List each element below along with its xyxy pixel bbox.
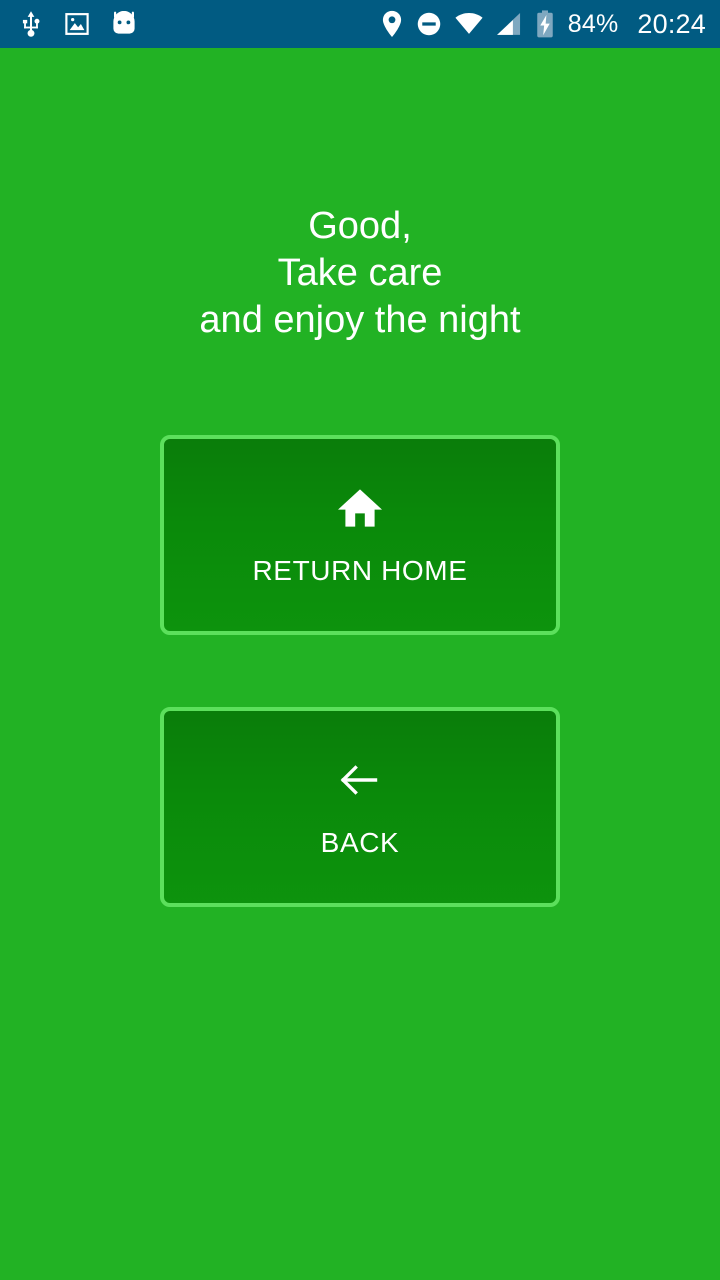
main-content: Good, Take care and enjoy the night RETU…: [0, 48, 720, 1280]
return-home-button-label: RETURN HOME: [252, 555, 468, 586]
greeting-message: Good, Take care and enjoy the night: [199, 205, 521, 341]
status-bar-clock: 20:24: [637, 8, 706, 39]
app-screen: 84% 20:24 Good, Take care and enjoy the …: [0, 0, 720, 1280]
do-not-disturb-icon: [416, 11, 442, 37]
image-icon: [64, 11, 90, 37]
battery-charging-icon: [535, 10, 555, 38]
wifi-icon: [455, 12, 483, 36]
status-bar-right-icons: 84% 20:24: [381, 10, 706, 38]
cell-signal-icon: [496, 12, 522, 36]
back-button[interactable]: BACK: [160, 707, 560, 907]
status-bar: 84% 20:24: [0, 0, 720, 48]
android-head-icon: [110, 11, 138, 37]
arrow-left-icon: [337, 757, 383, 803]
return-home-button[interactable]: RETURN HOME: [160, 435, 560, 635]
status-bar-left-icons: [18, 10, 138, 38]
location-pin-icon: [381, 10, 403, 38]
back-button-label: BACK: [320, 827, 400, 858]
home-icon: [337, 485, 383, 531]
battery-percent-label: 84%: [567, 9, 619, 38]
usb-icon: [18, 10, 44, 38]
